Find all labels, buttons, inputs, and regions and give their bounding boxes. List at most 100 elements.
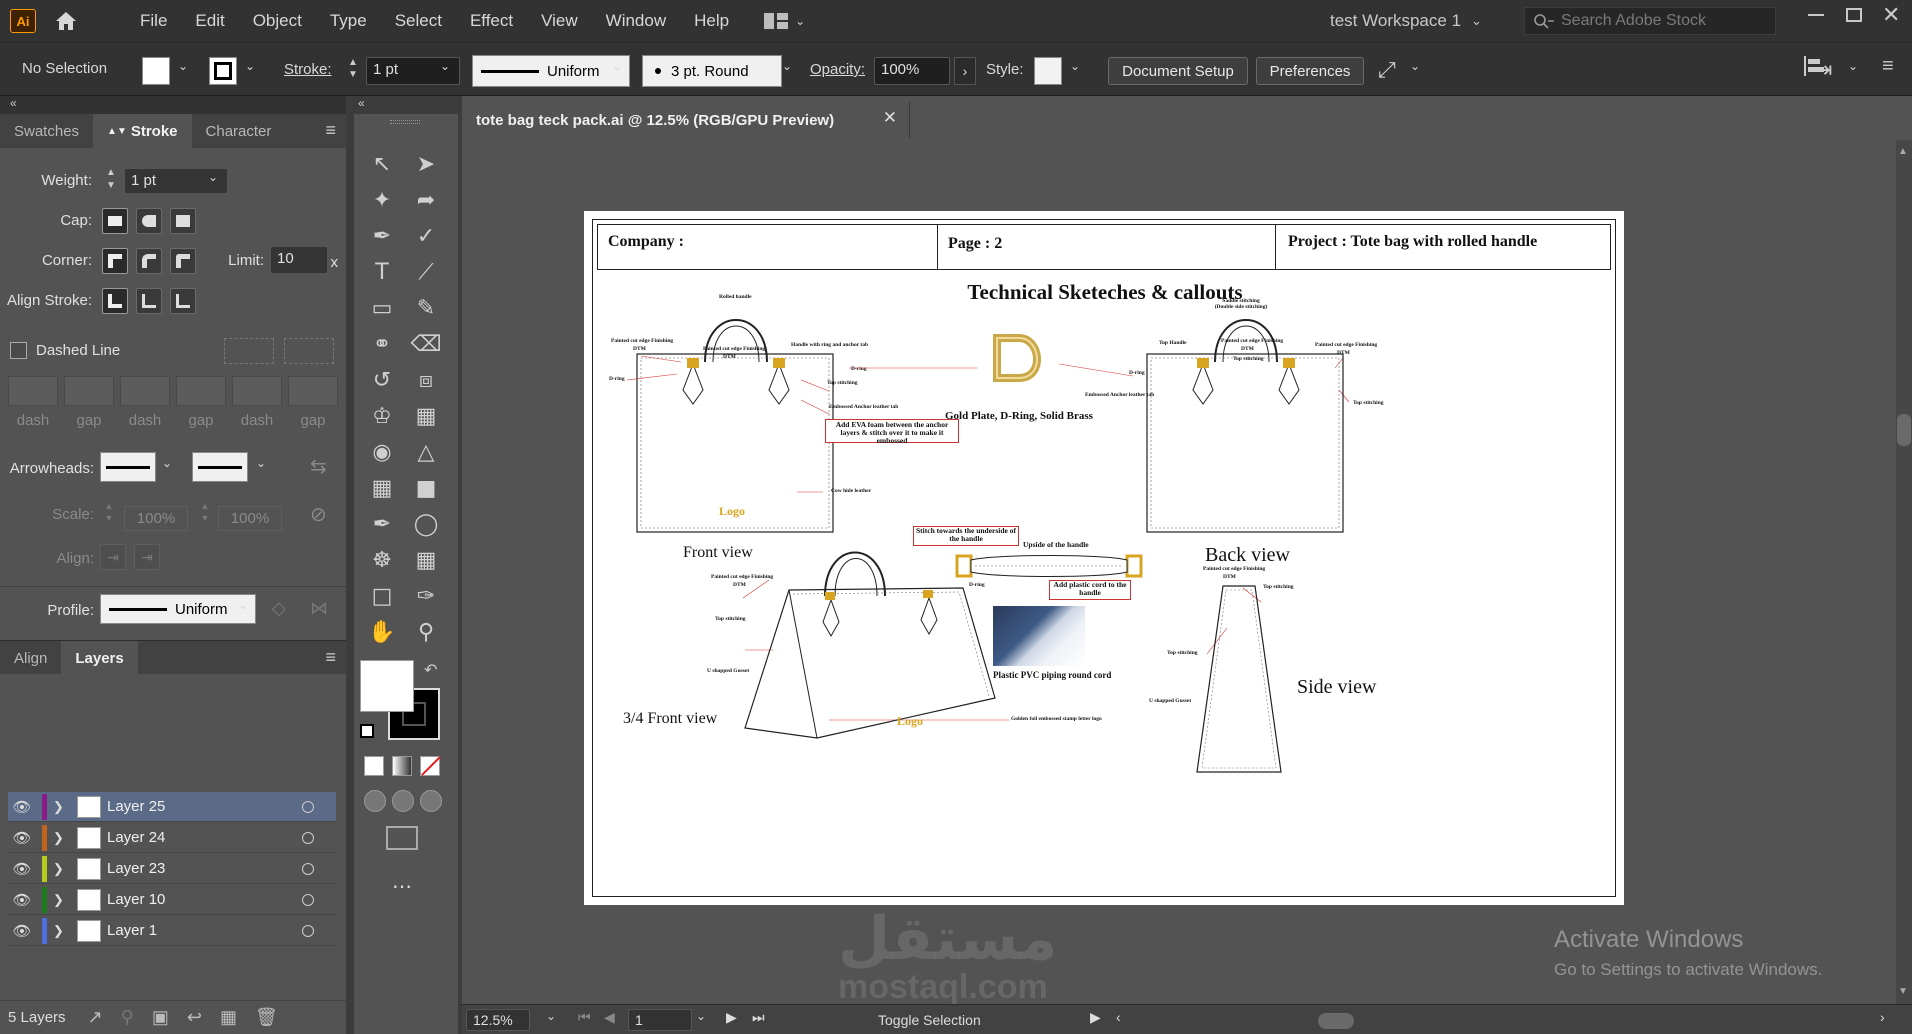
- dash-align-icon[interactable]: [284, 338, 334, 364]
- fill-dropdown-icon[interactable]: ⌄: [178, 59, 188, 73]
- tab-swatches[interactable]: Swatches: [0, 114, 93, 148]
- swap-arrowheads-icon[interactable]: ⇆: [310, 454, 327, 479]
- curvature-tool-icon[interactable]: ✓: [410, 220, 442, 252]
- document-tab[interactable]: tote bag teck pack.ai @ 12.5% (RGB/GPU P…: [462, 102, 910, 138]
- new-sublayer-icon[interactable]: ↩: [187, 1007, 202, 1028]
- align-inside-icon[interactable]: [136, 288, 162, 314]
- layer-name[interactable]: Layer 10: [107, 891, 302, 908]
- magic-wand-tool-icon[interactable]: ✦: [366, 184, 398, 216]
- swap-fill-stroke-icon[interactable]: ↶: [424, 660, 437, 680]
- scale-value-1[interactable]: 100%: [124, 506, 188, 531]
- stroke-stepper[interactable]: ▲ ▼: [344, 57, 362, 85]
- scroll-thumb[interactable]: [1897, 414, 1911, 446]
- last-artboard-icon[interactable]: ⏭: [752, 1009, 765, 1026]
- panel-menu-icon[interactable]: ≡: [1882, 55, 1894, 78]
- brush-dropdown-icon[interactable]: ⌄: [782, 59, 792, 73]
- target-circle-icon[interactable]: [302, 862, 314, 875]
- layer-row[interactable]: 👁 ❯ Layer 1: [8, 916, 336, 946]
- stock-search[interactable]: Search Adobe Stock: [1524, 7, 1776, 35]
- target-circle-icon[interactable]: [302, 800, 314, 813]
- pen-tool-icon[interactable]: ✒: [366, 220, 398, 252]
- status-menu-icon[interactable]: ▶: [1090, 1009, 1101, 1026]
- visibility-eye-icon[interactable]: 👁: [8, 922, 36, 940]
- zoom-tool-icon[interactable]: ⚲: [410, 616, 442, 648]
- default-fill-stroke-icon[interactable]: [360, 724, 374, 738]
- next-artboard-icon[interactable]: ▶: [726, 1009, 737, 1026]
- profile-dropdown-icon[interactable]: ⌄: [612, 59, 622, 73]
- direct-selection-tool-icon[interactable]: ➤: [410, 148, 442, 180]
- scale-tool-icon[interactable]: ⧈: [410, 364, 442, 396]
- visibility-eye-icon[interactable]: 👁: [8, 891, 36, 909]
- none-mode-icon[interactable]: [420, 756, 441, 776]
- menu-select[interactable]: Select: [381, 0, 456, 42]
- align-outside-icon[interactable]: [170, 288, 196, 314]
- visibility-eye-icon[interactable]: 👁: [8, 798, 36, 816]
- opacity-label[interactable]: Opacity:: [810, 61, 865, 78]
- artboard-dropdown-icon[interactable]: ⌄: [696, 1009, 706, 1023]
- free-transform-tool-icon[interactable]: ▦: [410, 400, 442, 432]
- horizontal-scroll-thumb[interactable]: [1318, 1013, 1354, 1029]
- selection-tool-icon[interactable]: ↖: [366, 148, 398, 180]
- scale-value-2[interactable]: 100%: [218, 506, 282, 531]
- extend-arrow-icon[interactable]: ⇥: [100, 544, 126, 570]
- draw-behind-icon[interactable]: [392, 790, 414, 812]
- new-layer-icon[interactable]: ▦: [220, 1007, 237, 1028]
- stroke-dropdown-icon[interactable]: ⌄: [245, 59, 255, 73]
- gradient-mode-icon[interactable]: [392, 756, 412, 776]
- minimize-icon[interactable]: [1808, 14, 1824, 16]
- workspace-switcher[interactable]: test Workspace 1 ⌄: [1330, 0, 1482, 42]
- transform-icon[interactable]: ⤢: [1378, 57, 1396, 83]
- stroke-label[interactable]: Stroke:: [284, 61, 332, 78]
- scale-stepper-2[interactable]: ▲ ▼: [196, 500, 214, 528]
- brush-definition[interactable]: 3 pt. Round: [642, 55, 782, 87]
- collapse-panels-icon[interactable]: «: [10, 96, 17, 110]
- clipping-mask-icon[interactable]: ▣: [152, 1007, 169, 1028]
- scroll-up-icon[interactable]: ▲: [1898, 146, 1908, 157]
- dash-input-1[interactable]: [8, 376, 58, 406]
- align-dropdown-icon[interactable]: ⇥: [1814, 57, 1832, 83]
- start-arrowhead-dropdown-icon[interactable]: ⌄: [162, 456, 172, 470]
- zoom-input[interactable]: 12.5%: [466, 1009, 530, 1031]
- gap-input-1[interactable]: [64, 376, 114, 406]
- artboard-number-input[interactable]: 1: [628, 1009, 692, 1031]
- fill-swatch[interactable]: [142, 57, 170, 85]
- expand-layer-icon[interactable]: ❯: [53, 830, 71, 846]
- projecting-cap-icon[interactable]: [170, 208, 196, 234]
- expand-layer-icon[interactable]: ❯: [53, 799, 71, 815]
- draw-inside-icon[interactable]: [420, 790, 442, 812]
- place-arrow-icon[interactable]: ⇥: [134, 544, 160, 570]
- document-setup-button[interactable]: Document Setup: [1108, 57, 1248, 85]
- menu-view[interactable]: View: [527, 0, 592, 42]
- layer-row[interactable]: 👁 ❯ Layer 24: [8, 823, 336, 853]
- align-center-icon[interactable]: [102, 288, 128, 314]
- menu-object[interactable]: Object: [239, 0, 316, 42]
- opacity-input[interactable]: 100%: [874, 57, 950, 85]
- scroll-left-icon[interactable]: ‹: [1116, 1009, 1121, 1025]
- scroll-down-icon[interactable]: ▼: [1898, 986, 1908, 997]
- close-document-icon[interactable]: ✕: [883, 108, 897, 128]
- round-cap-icon[interactable]: [136, 208, 162, 234]
- tab-character[interactable]: Character: [192, 114, 286, 148]
- layer-name[interactable]: Layer 1: [107, 922, 302, 939]
- link-scale-icon[interactable]: ⊘: [310, 502, 327, 527]
- fill-color-box[interactable]: [360, 660, 414, 712]
- layer-name[interactable]: Layer 24: [107, 829, 302, 846]
- vertical-scrollbar[interactable]: ▲ ▼: [1896, 140, 1912, 1004]
- shape-builder-tool-icon[interactable]: ◉: [366, 436, 398, 468]
- target-circle-icon[interactable]: [302, 893, 314, 906]
- gap-input-2[interactable]: [176, 376, 226, 406]
- menu-effect[interactable]: Effect: [456, 0, 527, 42]
- transform-dropdown-icon[interactable]: ⌄: [1410, 59, 1420, 73]
- column-graph-tool-icon[interactable]: ▦: [410, 544, 442, 576]
- zoom-dropdown-icon[interactable]: ⌄: [546, 1009, 556, 1023]
- artboard-tool-icon[interactable]: □: [366, 580, 398, 612]
- hand-tool-icon[interactable]: ✋: [366, 616, 398, 648]
- visibility-eye-icon[interactable]: 👁: [8, 829, 36, 847]
- paintbrush-tool-icon[interactable]: ✎: [410, 292, 442, 324]
- expand-layer-icon[interactable]: ❯: [53, 923, 71, 939]
- dash-input-3[interactable]: [232, 376, 282, 406]
- menu-help[interactable]: Help: [680, 0, 743, 42]
- scale-stepper-1[interactable]: ▲ ▼: [100, 500, 118, 528]
- end-arrowhead-select[interactable]: [192, 452, 248, 482]
- layer-name[interactable]: Layer 23: [107, 860, 302, 877]
